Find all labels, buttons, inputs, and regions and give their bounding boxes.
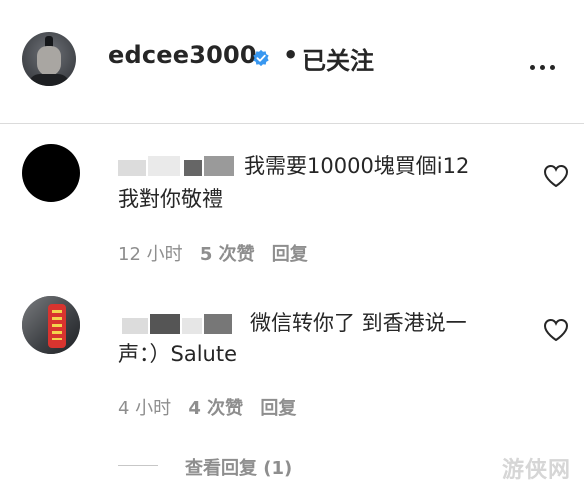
more-options-icon[interactable]	[530, 55, 560, 74]
comment-2-username-redacted	[122, 318, 148, 334]
following-status-button[interactable]: 已关注	[302, 41, 374, 76]
post-author-username[interactable]: edcee3000	[108, 41, 257, 69]
comment-2-meta: 4 小时 4 次赞 回复	[118, 394, 296, 420]
comment-1-avatar[interactable]	[22, 144, 80, 202]
comment-2-text-line1: 微信转你了 到香港说一	[250, 311, 467, 335]
comment-1-heart-icon[interactable]	[543, 164, 569, 188]
comment-2-text-line2: 声：）Salute	[118, 342, 237, 366]
separator-dot: •	[283, 41, 299, 69]
view-replies-button[interactable]: 查看回复 (1)	[185, 454, 292, 480]
comment-1-username-redacted	[118, 160, 146, 176]
comment-2-time: 4 小时	[118, 398, 172, 419]
comment-1-likes[interactable]: 5 次赞	[200, 244, 255, 265]
header-divider	[0, 123, 584, 124]
post-author-avatar[interactable]	[22, 32, 76, 86]
comment-1-meta: 12 小时 5 次赞 回复	[118, 240, 308, 266]
comment-1-time: 12 小时	[118, 244, 183, 265]
comment-2-reply-button[interactable]: 回复	[260, 398, 296, 419]
verified-badge-icon	[253, 49, 269, 67]
comment-2-avatar[interactable]	[22, 296, 80, 354]
comment-1-reply-button[interactable]: 回复	[272, 244, 308, 265]
comment-1-text-line2: 我對你敬禮	[118, 187, 223, 211]
comment-2-likes[interactable]: 4 次赞	[188, 398, 243, 419]
comment-2-heart-icon[interactable]	[543, 318, 569, 342]
comment-1-text-line1: 我需要10000塊買個i12	[244, 154, 470, 178]
site-watermark: 游侠网	[502, 458, 572, 483]
view-replies-line	[118, 465, 158, 466]
